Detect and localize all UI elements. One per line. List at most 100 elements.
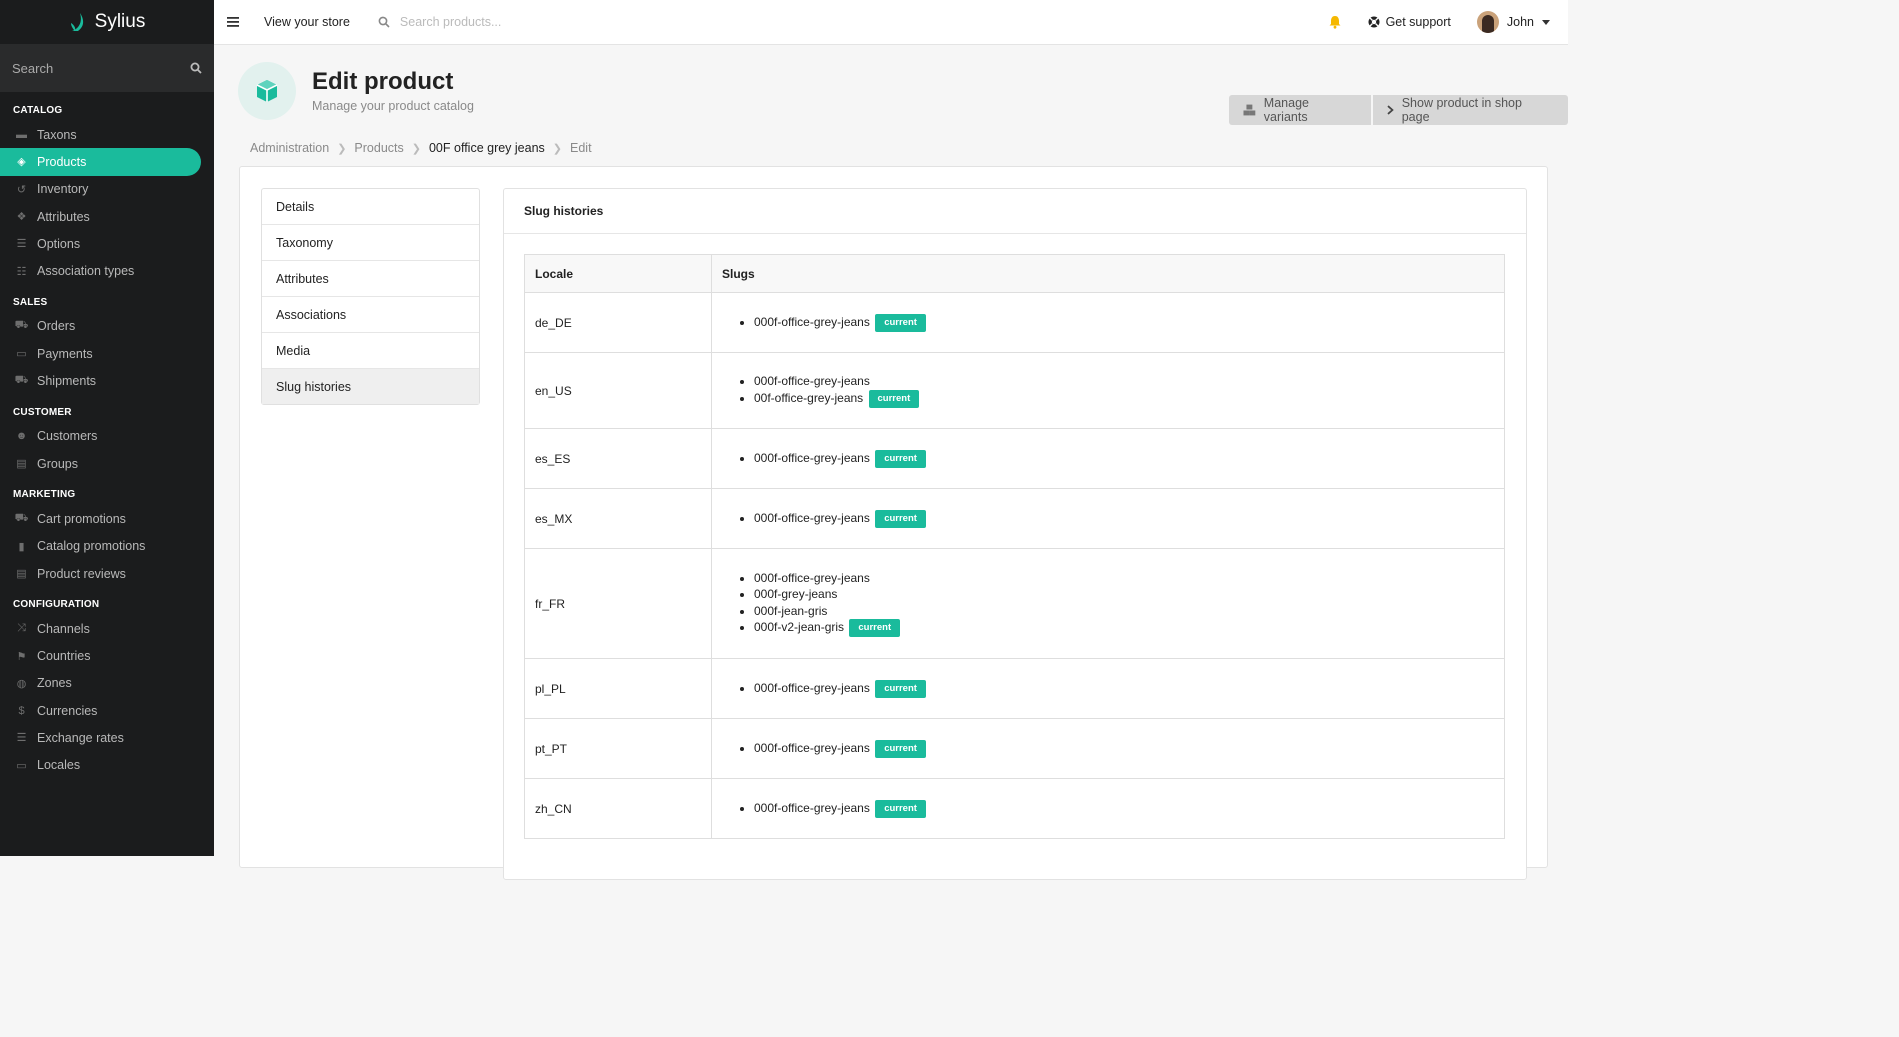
slug-text: 000f-jean-gris bbox=[754, 603, 828, 618]
slugs-cell: 000f-office-grey-jeans00f-office-grey-je… bbox=[711, 352, 1505, 429]
slug-text: 000f-office-grey-jeans bbox=[754, 740, 870, 755]
tab-associations[interactable]: Associations bbox=[262, 297, 479, 333]
tab-media[interactable]: Media bbox=[262, 333, 479, 369]
chevron-right-icon: ❯ bbox=[337, 142, 347, 155]
bell-icon[interactable] bbox=[1328, 15, 1342, 29]
slug-list: 000f-office-grey-jeans current bbox=[722, 313, 1494, 332]
current-badge: current bbox=[875, 799, 926, 818]
bookmark-icon: ▮ bbox=[18, 540, 25, 553]
locale-cell: zh_CN bbox=[524, 778, 712, 839]
table-row: zh_CN 000f-office-grey-jeans current bbox=[524, 778, 1505, 839]
list-item: 000f-office-grey-jeans bbox=[754, 373, 1494, 390]
edit-product-panel: Details Taxonomy Attributes Associations… bbox=[239, 166, 1548, 880]
tab-details[interactable]: Details bbox=[262, 189, 479, 225]
sidebar-item-customers[interactable]: ☻ Customers bbox=[0, 423, 214, 450]
logo[interactable]: Sylius bbox=[0, 0, 214, 44]
folder-icon: ▬ bbox=[16, 128, 27, 141]
user-menu[interactable]: John bbox=[1476, 11, 1550, 33]
tab-slug-histories[interactable]: Slug histories bbox=[262, 369, 479, 404]
sidebar-item-label: Customers bbox=[37, 429, 98, 444]
get-support-label: Get support bbox=[1385, 15, 1451, 29]
cube-icon bbox=[256, 80, 278, 102]
sidebar-section-title: SALES bbox=[13, 296, 48, 308]
sidebar-item-association-types[interactable]: ☷ Association types bbox=[0, 257, 214, 284]
menu-toggle-icon[interactable] bbox=[214, 17, 252, 27]
show-in-shop-button[interactable]: Show product in shop page bbox=[1372, 95, 1568, 125]
sidebar-item-inventory[interactable]: ↺ Inventory bbox=[0, 176, 214, 203]
sidebar-item-shipments[interactable]: ⛟ Shipments bbox=[0, 367, 214, 394]
list-item: 000f-office-grey-jeans bbox=[754, 570, 1494, 587]
tab-attributes[interactable]: Attributes bbox=[262, 261, 479, 297]
slug-text: 000f-office-grey-jeans bbox=[754, 314, 870, 329]
list-item: 000f-office-grey-jeans current bbox=[754, 509, 1494, 528]
view-store-link[interactable]: View your store bbox=[264, 15, 350, 29]
get-support-link[interactable]: Get support bbox=[1368, 15, 1451, 29]
slugs-cell: 000f-office-grey-jeans000f-grey-jeans000… bbox=[711, 548, 1505, 659]
slugs-cell: 000f-office-grey-jeans current bbox=[711, 292, 1505, 353]
locale-cell: de_DE bbox=[524, 292, 712, 353]
sidebar-item-catalog-promotions[interactable]: ▮ Catalog promotions bbox=[0, 533, 214, 560]
locale-cell: en_US bbox=[524, 352, 712, 429]
sidebar-item-label: Products bbox=[37, 154, 87, 169]
list-icon: ☷ bbox=[16, 265, 27, 278]
table-row: pl_PL 000f-office-grey-jeans current bbox=[524, 658, 1505, 719]
slug-text: 000f-grey-jeans bbox=[754, 587, 838, 602]
globe-icon: ◍ bbox=[16, 677, 27, 690]
current-badge: current bbox=[875, 449, 926, 468]
search-icon[interactable] bbox=[190, 62, 202, 74]
page-header-icon bbox=[238, 62, 296, 120]
sidebar-item-label: Product reviews bbox=[37, 566, 126, 581]
slugs-cell: 000f-office-grey-jeans current bbox=[712, 779, 1505, 839]
sidebar-item-exchange-rates[interactable]: ☰ Exchange rates bbox=[0, 724, 214, 751]
chevron-right-icon: ❯ bbox=[411, 142, 421, 155]
breadcrumb-administration[interactable]: Administration bbox=[250, 141, 329, 155]
locale-cell: fr_FR bbox=[524, 548, 712, 659]
topbar-actions: Get support John bbox=[1328, 11, 1568, 33]
current-badge: current bbox=[875, 509, 926, 528]
sidebar-item-options[interactable]: ☰ Options bbox=[0, 230, 214, 257]
sidebar-item-attributes[interactable]: ❖ Attributes bbox=[0, 203, 214, 230]
history-icon: ↺ bbox=[16, 183, 27, 196]
slug-histories-section: Slug histories Locale Slugs de_DE 000f-of… bbox=[503, 188, 1527, 880]
sidebar-item-label: Exchange rates bbox=[37, 730, 124, 745]
slug-text: 000f-office-grey-jeans bbox=[754, 450, 870, 465]
manage-variants-button[interactable]: Manage variants bbox=[1229, 95, 1371, 125]
product-search[interactable]: Search products... bbox=[378, 15, 501, 29]
sylius-logo-icon bbox=[70, 13, 83, 31]
slugs-cell: 000f-office-grey-jeans current bbox=[711, 428, 1505, 489]
sidebar-item-products[interactable]: ◈ Products bbox=[0, 148, 201, 176]
sidebar-item-cart-promotions[interactable]: ⛟ Cart promotions bbox=[0, 505, 214, 532]
chevron-down-icon bbox=[1542, 19, 1550, 25]
breadcrumb-product[interactable]: 00F office grey jeans bbox=[429, 141, 545, 155]
page-subtitle: Manage your product catalog bbox=[312, 99, 474, 113]
sidebar-item-countries[interactable]: ⚑ Countries bbox=[0, 642, 214, 669]
sidebar-item-product-reviews[interactable]: ▤ Product reviews bbox=[0, 560, 214, 587]
sidebar-nav: CATALOG ▬ Taxons ◈ Products ↺ Inventory ❖ Attrib… bbox=[0, 101, 214, 779]
table-row: en_US 000f-office-grey-jeans00f-office-gr… bbox=[524, 352, 1505, 429]
slug-text: 000f-office-grey-jeans bbox=[754, 374, 870, 389]
sidebar-item-currencies[interactable]: $ Currencies bbox=[0, 697, 214, 724]
sidebar-item-zones[interactable]: ◍ Zones bbox=[0, 670, 214, 697]
chevron-right-icon: ❯ bbox=[552, 142, 563, 155]
sidebar-item-taxons[interactable]: ▬ Taxons bbox=[0, 121, 214, 148]
cart-icon: ⛟ bbox=[14, 511, 29, 524]
slug-text: 000f-office-grey-jeans bbox=[754, 800, 870, 815]
edit-tabs: Details Taxonomy Attributes Associations… bbox=[261, 188, 480, 405]
sidebar-item-label: Locales bbox=[37, 758, 81, 773]
tab-taxonomy[interactable]: Taxonomy bbox=[262, 225, 479, 261]
sidebar: Sylius Search CATALOG ▬ Taxons ◈ Products ↺ In… bbox=[0, 0, 214, 856]
breadcrumb-products[interactable]: Products bbox=[354, 141, 403, 155]
sidebar-section-title: CATALOG bbox=[13, 105, 63, 116]
sidebar-item-locales[interactable]: ▭ Locales bbox=[0, 752, 214, 779]
sidebar-item-orders[interactable]: ⛟ Orders bbox=[0, 313, 214, 340]
sidebar-item-label: Channels bbox=[37, 621, 90, 636]
sidebar-item-groups[interactable]: ▤ Groups bbox=[0, 450, 214, 477]
product-search-input[interactable]: Search products... bbox=[400, 15, 501, 29]
sidebar-item-payments[interactable]: ▭ Payments bbox=[0, 340, 214, 367]
sidebar-search-input[interactable]: Search bbox=[0, 44, 214, 92]
user-name: John bbox=[1506, 15, 1534, 29]
sidebar-item-channels[interactable]: ⤨ Channels bbox=[0, 615, 214, 642]
current-badge: current bbox=[849, 619, 901, 638]
sidebar-item-label: Inventory bbox=[37, 182, 89, 197]
column-header-slugs: Slugs bbox=[711, 254, 1505, 293]
